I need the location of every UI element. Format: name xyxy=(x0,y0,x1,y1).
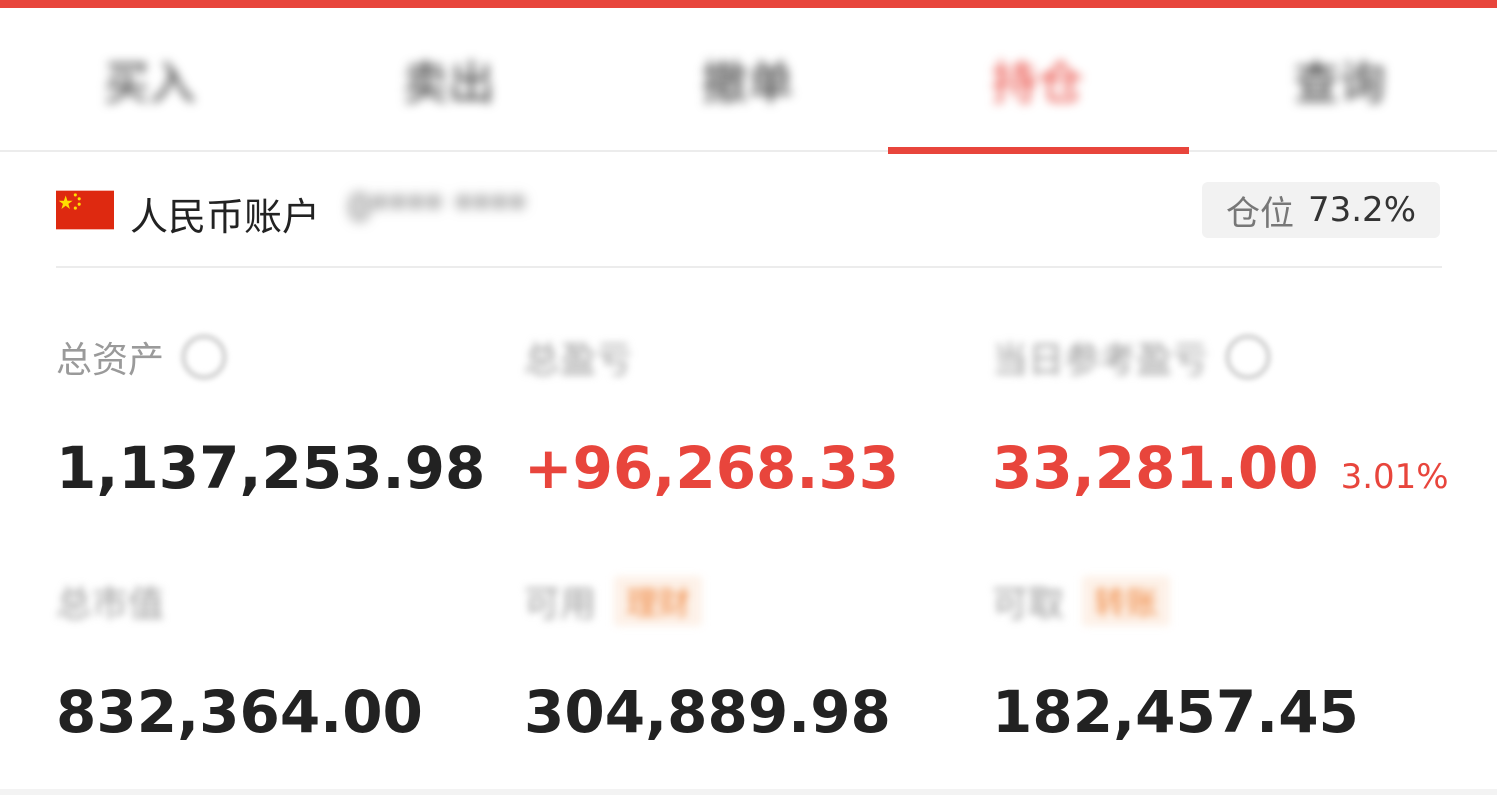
available-value: 304,889.98 xyxy=(524,678,891,746)
available-label: 可用 xyxy=(524,584,597,625)
market-value-label: 总市值 xyxy=(56,584,165,625)
eye-icon[interactable] xyxy=(182,335,227,379)
today-pnl-label: 当日参考盈亏 xyxy=(992,340,1209,381)
today-pnl-cell: 当日参考盈亏 33,281.00 3.01% xyxy=(992,332,1452,502)
trade-tabs: 买入 卖出 撤单 持仓 查询 xyxy=(0,8,1497,154)
today-pnl-percent: 3.01% xyxy=(1340,457,1449,497)
china-flag-icon xyxy=(56,190,114,230)
total-assets-cell: 总资产 1,137,253.98 xyxy=(56,332,496,502)
account-row[interactable]: 人民币账户 0**** **** 仓位 73.2% xyxy=(56,180,1442,240)
total-pnl-label: 总盈亏 xyxy=(524,340,633,381)
withdrawable-value: 182,457.45 xyxy=(992,678,1359,746)
position-ratio-badge: 仓位 73.2% xyxy=(1202,182,1440,238)
tab-cancel[interactable]: 撤单 xyxy=(598,8,897,152)
tab-query[interactable]: 查询 xyxy=(1190,8,1489,152)
account-id: 0**** **** xyxy=(348,188,527,229)
tab-positions[interactable]: 持仓 xyxy=(888,8,1189,154)
total-assets-value: 1,137,253.98 xyxy=(56,434,486,502)
market-value-cell: 总市值 832,364.00 xyxy=(56,576,496,746)
market-value-value: 832,364.00 xyxy=(56,678,423,746)
available-cell: 可用 理财 304,889.98 xyxy=(524,576,964,746)
total-pnl-value: +96,268.33 xyxy=(524,434,900,502)
top-accent-bar xyxy=(0,0,1497,8)
today-pnl-value: 33,281.00 xyxy=(992,434,1319,502)
total-pnl-cell: 总盈亏 +96,268.33 xyxy=(524,332,964,502)
account-name: 人民币账户 xyxy=(130,195,321,239)
withdrawable-cell: 可取 转账 182,457.45 xyxy=(992,576,1432,746)
total-assets-label: 总资产 xyxy=(56,340,165,381)
transfer-tag-button[interactable]: 转账 xyxy=(1082,576,1171,626)
position-label: 仓位 xyxy=(1225,193,1294,234)
tab-sell[interactable]: 卖出 xyxy=(299,8,598,152)
wealth-tag-button[interactable]: 理财 xyxy=(614,576,703,626)
bottom-divider xyxy=(0,789,1497,795)
info-icon[interactable] xyxy=(1226,335,1271,379)
position-value: 73.2% xyxy=(1307,190,1416,230)
withdrawable-label: 可取 xyxy=(992,584,1065,625)
tab-buy[interactable]: 买入 xyxy=(0,8,299,152)
divider xyxy=(56,266,1442,268)
